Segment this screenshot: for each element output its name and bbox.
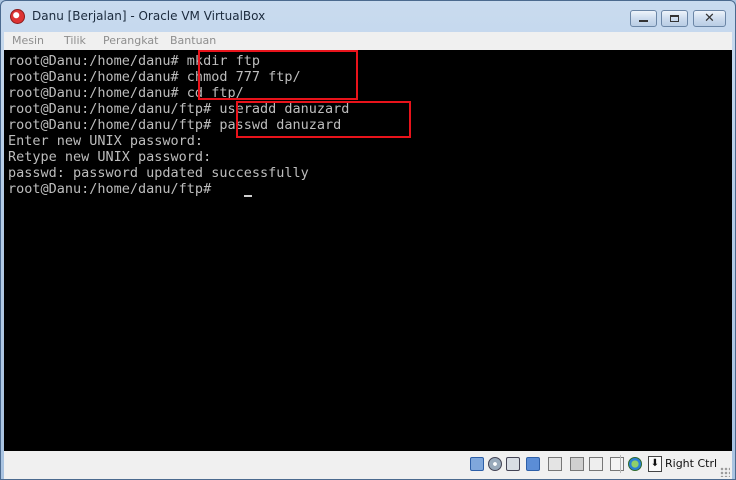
- minimize-icon: [639, 20, 648, 22]
- title-bar[interactable]: Danu [Berjalan] - Oracle VM VirtualBox ✕: [1, 1, 735, 31]
- video-capture-icon[interactable]: [570, 457, 584, 471]
- capture-icon[interactable]: [610, 457, 624, 471]
- console-line: root@Danu:/home/danu/ftp#: [8, 181, 220, 197]
- mouse-integration-icon[interactable]: [628, 457, 642, 471]
- menu-item-perangkat[interactable]: Perangkat: [103, 34, 158, 47]
- hard-disk-icon[interactable]: [470, 457, 484, 471]
- menu-bar: Mesin Tilik Perangkat Bantuan: [4, 32, 732, 50]
- host-key-label[interactable]: Right Ctrl: [665, 457, 717, 470]
- status-separator: [620, 455, 621, 473]
- console-line: Retype new UNIX password:: [8, 149, 212, 165]
- resize-grip[interactable]: [720, 467, 730, 477]
- menu-item-bantuan[interactable]: Bantuan: [170, 34, 216, 47]
- recording-icon[interactable]: [589, 457, 603, 471]
- minimize-button[interactable]: [630, 10, 657, 27]
- shared-folders-icon[interactable]: [548, 457, 562, 471]
- menu-item-mesin[interactable]: Mesin: [12, 34, 44, 47]
- maximize-button[interactable]: [661, 10, 688, 27]
- text-cursor: [244, 195, 252, 197]
- close-icon: ✕: [704, 11, 715, 26]
- console-line: passwd: password updated successfully: [8, 165, 309, 181]
- menu-item-tilik[interactable]: Tilik: [64, 34, 86, 47]
- highlight-box: [236, 101, 411, 138]
- keyboard-capture-icon[interactable]: ⬇: [648, 456, 662, 472]
- optical-drive-icon[interactable]: [488, 457, 502, 471]
- virtualbox-icon[interactable]: [10, 9, 25, 24]
- vm-console-screen[interactable]: root@Danu:/home/danu# mkdir ftp root@Dan…: [4, 50, 732, 451]
- console-line: Enter new UNIX password:: [8, 133, 204, 149]
- highlight-box: [198, 50, 358, 100]
- virtualbox-window: Danu [Berjalan] - Oracle VM VirtualBox ✕…: [0, 0, 736, 480]
- status-bar: ⬇ Right Ctrl: [4, 451, 732, 479]
- maximize-icon: [670, 15, 679, 22]
- close-button[interactable]: ✕: [693, 10, 726, 27]
- window-title: Danu [Berjalan] - Oracle VM VirtualBox: [32, 9, 266, 23]
- usb-icon[interactable]: [506, 457, 520, 471]
- network-icon[interactable]: [526, 457, 540, 471]
